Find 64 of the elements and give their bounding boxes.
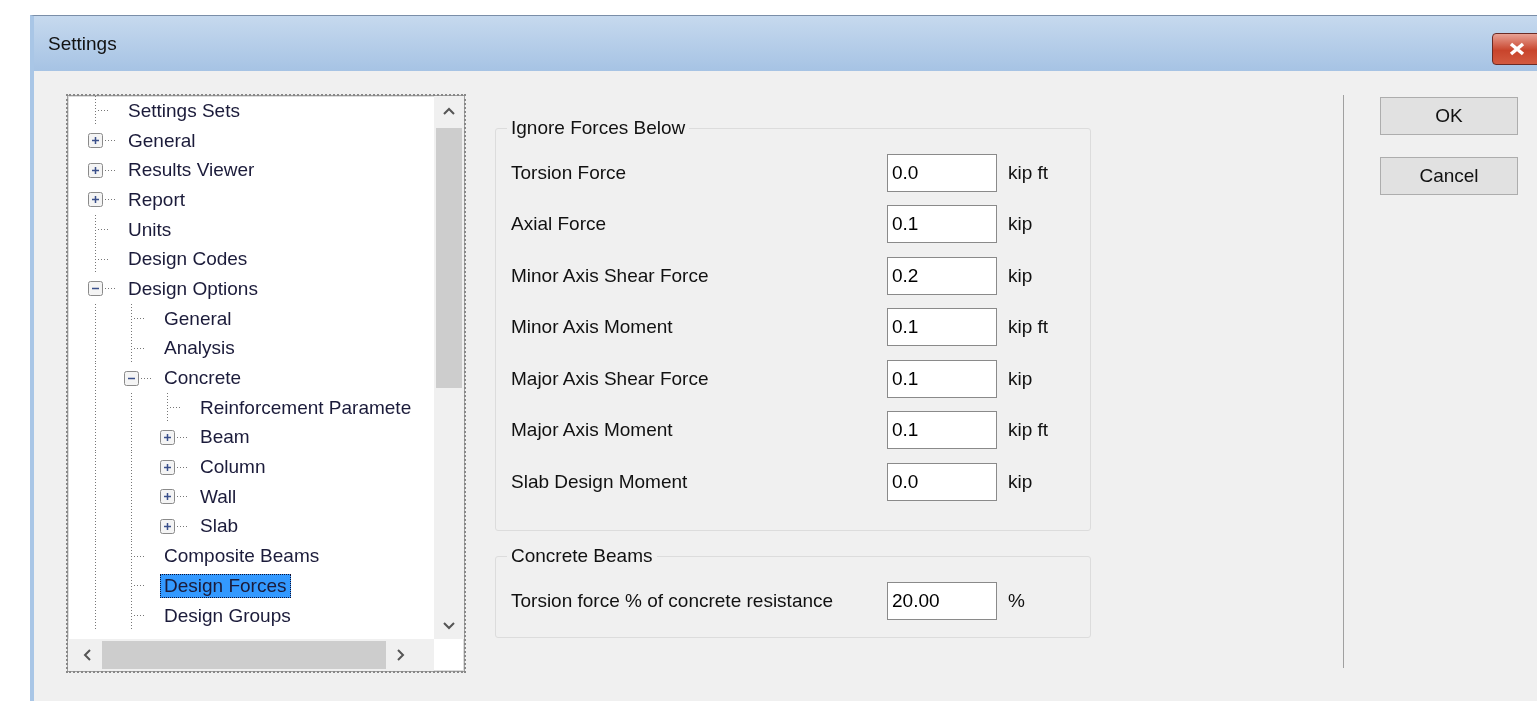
input-field[interactable]: 0.0 bbox=[887, 462, 997, 501]
input-field[interactable]: 0.1 bbox=[887, 411, 997, 450]
tree-item[interactable]: Reinforcement Paramete bbox=[196, 395, 416, 420]
expand-icon[interactable] bbox=[88, 192, 103, 208]
close-icon bbox=[1508, 42, 1526, 56]
input-field[interactable]: 0.0 bbox=[887, 153, 997, 192]
expand-icon[interactable] bbox=[160, 429, 175, 445]
tree-item[interactable]: Design Codes bbox=[124, 247, 252, 272]
tree-item[interactable]: Slab bbox=[196, 514, 243, 539]
tree-item[interactable]: Report bbox=[124, 187, 190, 212]
input-field[interactable]: 0.1 bbox=[887, 359, 997, 398]
group-title: Ignore Forces Below bbox=[510, 117, 687, 139]
expand-icon[interactable] bbox=[88, 162, 103, 178]
tree-item[interactable]: Settings Sets bbox=[124, 98, 244, 123]
field-label: Torsion Force bbox=[511, 161, 628, 184]
close-button[interactable] bbox=[1492, 33, 1537, 65]
window-title: Settings bbox=[48, 32, 117, 55]
input-field[interactable]: 0.1 bbox=[887, 308, 997, 347]
input-field[interactable]: 20.00 bbox=[887, 581, 997, 620]
unit-label: kip ft bbox=[1008, 419, 1049, 442]
unit-label: kip ft bbox=[1008, 316, 1049, 339]
tree-item[interactable]: General bbox=[124, 128, 200, 153]
horizontal-scrollbar[interactable] bbox=[68, 639, 434, 671]
tree-item[interactable]: Units bbox=[124, 217, 176, 242]
unit-label: kip bbox=[1008, 367, 1033, 390]
tree-item[interactable]: Results Viewer bbox=[124, 158, 259, 183]
expand-icon[interactable] bbox=[88, 133, 103, 149]
tree-item[interactable]: Wall bbox=[196, 484, 241, 509]
scroll-up-icon[interactable] bbox=[442, 106, 456, 116]
group-title: Concrete Beams bbox=[510, 545, 654, 567]
tree-item[interactable]: Design Groups bbox=[160, 603, 295, 628]
unit-label: kip bbox=[1008, 213, 1033, 236]
collapse-icon[interactable] bbox=[88, 281, 103, 297]
tree-item[interactable]: Composite Beams bbox=[160, 544, 324, 569]
field-label: Major Axis Shear Force bbox=[511, 367, 710, 390]
scroll-down-icon[interactable] bbox=[442, 621, 456, 631]
unit-label: kip bbox=[1008, 470, 1033, 493]
unit-label: kip bbox=[1008, 264, 1033, 287]
field-label: Minor Axis Shear Force bbox=[511, 264, 710, 287]
scroll-left-icon[interactable] bbox=[82, 648, 92, 662]
expand-icon[interactable] bbox=[160, 518, 175, 534]
field-label: Slab Design Moment bbox=[511, 470, 689, 493]
field-label: Minor Axis Moment bbox=[511, 316, 674, 339]
ok-button[interactable]: OK bbox=[1380, 97, 1518, 135]
expand-icon[interactable] bbox=[160, 489, 175, 505]
vertical-scrollbar[interactable] bbox=[434, 96, 464, 639]
input-field[interactable]: 0.1 bbox=[887, 205, 997, 244]
tree-item[interactable]: Design Options bbox=[124, 276, 262, 301]
tree-item[interactable]: Design Forces bbox=[160, 573, 291, 598]
tree-item[interactable]: Concrete bbox=[160, 366, 246, 391]
cancel-button[interactable]: Cancel bbox=[1380, 157, 1518, 195]
unit-label: kip ft bbox=[1008, 161, 1049, 184]
input-field[interactable]: 0.2 bbox=[887, 256, 997, 295]
tree-item[interactable]: Beam bbox=[196, 425, 254, 450]
tree-item[interactable]: Analysis bbox=[160, 336, 239, 361]
field-label: Axial Force bbox=[511, 213, 608, 236]
tree-item[interactable]: Column bbox=[196, 455, 270, 480]
expand-icon[interactable] bbox=[160, 459, 175, 475]
field-label: Torsion force % of concrete resistance bbox=[511, 589, 835, 612]
scroll-right-icon[interactable] bbox=[396, 648, 406, 662]
field-label: Major Axis Moment bbox=[511, 419, 674, 442]
tree-item[interactable]: General bbox=[160, 306, 236, 331]
collapse-icon[interactable] bbox=[124, 370, 139, 386]
unit-label: % bbox=[1008, 589, 1025, 612]
